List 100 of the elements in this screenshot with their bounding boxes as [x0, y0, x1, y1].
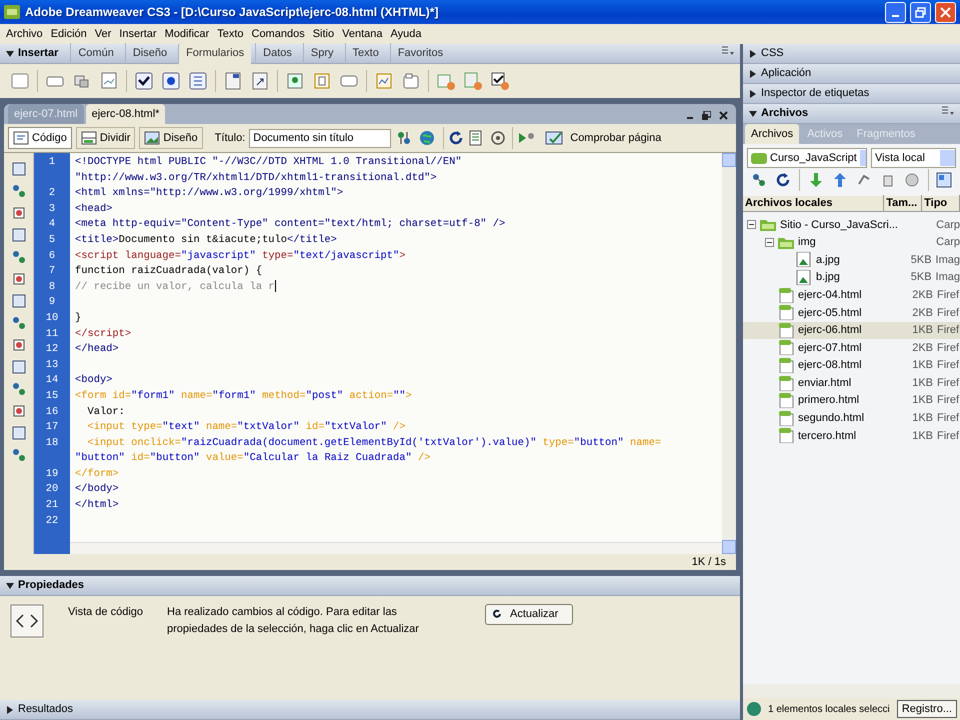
file-row[interactable]: ejerc-04.html 2KB Firef: [743, 286, 960, 304]
file-row[interactable]: primero.html 1KB Firef: [743, 392, 960, 410]
expand-triangle-icon[interactable]: [749, 90, 757, 98]
column-header[interactable]: Archivos locales: [743, 195, 884, 212]
menu-item[interactable]: Sitio: [308, 26, 338, 42]
html-icon: [778, 340, 794, 356]
file-name: enviar.html: [798, 376, 852, 391]
file-row[interactable]: a.jpg 5KB Imag: [743, 251, 960, 269]
insert-tab[interactable]: Spry: [302, 43, 341, 64]
insert-tab[interactable]: Favoritos: [390, 43, 450, 64]
collapse-toggle[interactable]: [747, 220, 756, 230]
files-tab[interactable]: Archivos: [745, 124, 800, 144]
collapse-triangle-icon[interactable]: [6, 582, 14, 590]
insert-tab[interactable]: Formularios: [178, 43, 252, 64]
column-header[interactable]: Tam...: [884, 195, 922, 212]
menu-item[interactable]: Insertar: [115, 26, 161, 42]
file-row[interactable]: ejerc-05.html 2KB Firef: [743, 304, 960, 322]
line-number: 17: [46, 421, 58, 434]
file-type: Carp: [936, 218, 960, 231]
get-files-icon[interactable]: [808, 172, 824, 188]
code-line: Valor:: [86, 406, 125, 418]
file-size: 1KB: [912, 376, 933, 389]
restore-button[interactable]: [910, 2, 931, 22]
collapse-triangle-icon[interactable]: [6, 50, 14, 58]
restore-icon[interactable]: [702, 111, 711, 120]
view-button[interactable]: Código: [8, 126, 72, 150]
file-name: b.jpg: [816, 270, 840, 286]
file-name: ejerc-05.html: [798, 306, 862, 321]
menu-item[interactable]: Archivo: [2, 26, 47, 42]
expand-triangle-icon[interactable]: [6, 706, 14, 714]
file-row[interactable]: enviar.html 1KB Firef: [743, 374, 960, 392]
code-line: </html>: [75, 499, 119, 512]
properties-message: Ha realizado cambios al código. Para editar las propiedades de la selección, haga clic en Actualizar: [167, 605, 420, 636]
menu-item[interactable]: Ventana: [338, 26, 386, 42]
image-icon: [796, 270, 812, 286]
file-row[interactable]: segundo.html 1KB Firef: [743, 410, 960, 428]
view-dropdown[interactable]: Vista local: [871, 148, 956, 168]
html-icon: [778, 358, 794, 374]
file-size: 1KB: [912, 324, 933, 336]
column-header[interactable]: Tipo: [922, 195, 960, 212]
file-row[interactable]: img Carp: [743, 234, 960, 252]
line-number: 11: [46, 328, 58, 340]
line-number: 10: [46, 312, 58, 324]
title-field[interactable]: Documento sin título: [249, 128, 392, 148]
view-button[interactable]: Diseño: [139, 126, 203, 150]
view-button[interactable]: Dividir: [76, 126, 136, 150]
options-menu-icon[interactable]: [722, 46, 734, 56]
file-type: Firef: [937, 324, 959, 336]
close-button[interactable]: [935, 2, 956, 22]
view-icon: [144, 131, 160, 145]
menu-item[interactable]: Modificar: [160, 26, 214, 42]
options-menu-icon[interactable]: [942, 106, 954, 116]
file-type: Imag: [936, 271, 960, 284]
menu-item[interactable]: Texto: [213, 26, 248, 42]
connect-icon[interactable]: [751, 172, 767, 188]
log-button[interactable]: Registro...: [896, 700, 957, 718]
insert-tab[interactable]: Común: [70, 43, 121, 64]
refresh-icon[interactable]: [775, 172, 791, 188]
file-name: ejerc-08.html: [798, 358, 862, 374]
update-button[interactable]: Actualizar: [485, 604, 574, 624]
refresh-icon[interactable]: [448, 130, 464, 146]
menu-item[interactable]: Ver: [90, 26, 116, 42]
file-row[interactable]: tercero.html 1KB Firef: [743, 427, 960, 445]
file-row[interactable]: ejerc-07.html 2KB Firef: [743, 339, 960, 357]
menu-item[interactable]: Comandos: [248, 26, 309, 42]
insert-tab[interactable]: Texto: [344, 43, 386, 64]
checkbox-icon[interactable]: [134, 71, 154, 91]
collapse-triangle-icon[interactable]: [749, 110, 757, 118]
document-tab[interactable]: ejerc-08.html*: [86, 104, 166, 124]
line-number: 13: [46, 358, 58, 371]
insert-tab[interactable]: Datos: [255, 43, 299, 64]
file-size: 2KB: [912, 306, 933, 319]
radio-button-icon[interactable]: [161, 71, 181, 91]
file-row[interactable]: ejerc-08.html 1KB Firef: [743, 356, 960, 374]
close-icon[interactable]: [719, 111, 728, 120]
code-line: <title>Documento sin t&iacute;tulo</title>: [75, 234, 337, 246]
insert-tab[interactable]: Diseño: [124, 43, 174, 64]
code-line: <meta http-equiv="Content-Type" content="text/html; charset=utf-8" />: [75, 218, 506, 230]
code-line: <body>: [75, 374, 112, 386]
panel-title: Resultados: [18, 702, 74, 718]
put-files-icon[interactable]: [832, 172, 848, 188]
menu-item[interactable]: Edición: [46, 26, 91, 42]
site-dropdown[interactable]: Curso_JavaScript: [747, 148, 867, 168]
expand-triangle-icon[interactable]: [749, 50, 757, 58]
check-page-button[interactable]: Comprobar página: [541, 128, 666, 148]
panel-title: Insertar: [18, 46, 58, 62]
horizontal-scrollbar[interactable]: [743, 684, 960, 698]
minimize-button[interactable]: [885, 2, 906, 22]
file-row[interactable]: ejerc-06.html 1KB Firef: [743, 322, 960, 340]
code-line: <!DOCTYPE html PUBLIC "-//W3C//DTD XHTML 1.0 Transitional//EN": [75, 156, 462, 168]
collapse-toggle[interactable]: [765, 238, 774, 247]
selection-status: 1 elementos locales selecci: [768, 702, 890, 716]
expand-triangle-icon[interactable]: [749, 70, 757, 78]
vertical-scrollbar[interactable]: [722, 153, 736, 554]
file-size: 1KB: [912, 359, 933, 372]
line-number: 4: [48, 218, 56, 230]
menu-item[interactable]: Ayuda: [386, 26, 426, 42]
file-row[interactable]: Sitio - Curso_JavaScri... Carp: [743, 216, 960, 234]
horizontal-scrollbar[interactable]: [70, 542, 722, 554]
file-row[interactable]: b.jpg 5KB Imag: [743, 268, 960, 286]
